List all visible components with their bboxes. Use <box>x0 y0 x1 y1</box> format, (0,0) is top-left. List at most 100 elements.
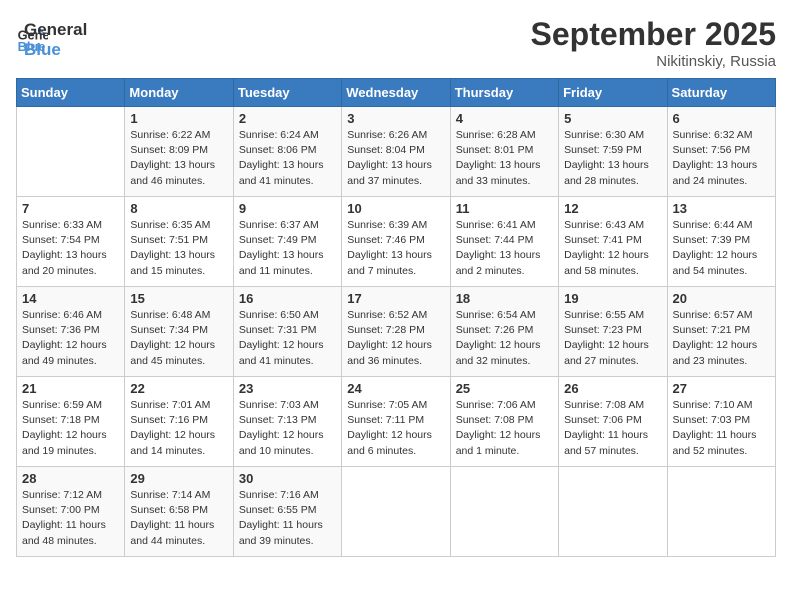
day-info: Sunrise: 6:54 AMSunset: 7:26 PMDaylight:… <box>456 308 553 369</box>
month-title: September 2025 <box>531 16 776 53</box>
day-header-monday: Monday <box>125 79 233 107</box>
logo-text-line1: General <box>24 20 87 40</box>
logo: General Blue General Blue <box>16 16 87 61</box>
day-info: Sunrise: 6:55 AMSunset: 7:23 PMDaylight:… <box>564 308 661 369</box>
day-info: Sunrise: 7:06 AMSunset: 7:08 PMDaylight:… <box>456 398 553 459</box>
day-header-tuesday: Tuesday <box>233 79 341 107</box>
day-info: Sunrise: 6:50 AMSunset: 7:31 PMDaylight:… <box>239 308 336 369</box>
day-info: Sunrise: 6:32 AMSunset: 7:56 PMDaylight:… <box>673 128 770 189</box>
day-cell: 10Sunrise: 6:39 AMSunset: 7:46 PMDayligh… <box>342 197 450 287</box>
day-number: 26 <box>564 381 661 396</box>
day-number: 5 <box>564 111 661 126</box>
day-cell: 6Sunrise: 6:32 AMSunset: 7:56 PMDaylight… <box>667 107 775 197</box>
day-number: 29 <box>130 471 227 486</box>
day-number: 3 <box>347 111 444 126</box>
day-number: 30 <box>239 471 336 486</box>
day-info: Sunrise: 7:01 AMSunset: 7:16 PMDaylight:… <box>130 398 227 459</box>
day-number: 4 <box>456 111 553 126</box>
day-number: 16 <box>239 291 336 306</box>
day-number: 10 <box>347 201 444 216</box>
day-number: 21 <box>22 381 119 396</box>
title-block: September 2025 Nikitinskiy, Russia <box>531 16 776 70</box>
day-number: 1 <box>130 111 227 126</box>
day-number: 2 <box>239 111 336 126</box>
day-cell: 20 Sunrise: 6:57 AMSunset: 7:21 PMDayligh… <box>667 287 775 377</box>
day-number: 7 <box>22 201 119 216</box>
day-info: Sunrise: 7:10 AMSunset: 7:03 PMDaylight:… <box>673 398 770 459</box>
day-cell: 17 Sunrise: 6:52 AMSunset: 7:28 PMDayligh… <box>342 287 450 377</box>
day-cell: 23 Sunrise: 7:03 AMSunset: 7:13 PMDayligh… <box>233 377 341 467</box>
day-cell: 18 Sunrise: 6:54 AMSunset: 7:26 PMDayligh… <box>450 287 558 377</box>
day-cell: 4 Sunrise: 6:28 AMSunset: 8:01 PMDaylight… <box>450 107 558 197</box>
day-cell <box>342 467 450 557</box>
day-number: 17 <box>347 291 444 306</box>
day-cell <box>17 107 125 197</box>
day-cell: 2 Sunrise: 6:24 AMSunset: 8:06 PMDaylight… <box>233 107 341 197</box>
day-info: Sunrise: 6:37 AMSunset: 7:49 PMDaylight:… <box>239 218 336 279</box>
day-header-wednesday: Wednesday <box>342 79 450 107</box>
week-row-1: 1 Sunrise: 6:22 AMSunset: 8:09 PMDaylight… <box>17 107 776 197</box>
day-info: Sunrise: 6:35 AMSunset: 7:51 PMDaylight:… <box>130 218 227 279</box>
day-cell: 26 Sunrise: 7:08 AMSunset: 7:06 PMDayligh… <box>559 377 667 467</box>
day-cell: 3 Sunrise: 6:26 AMSunset: 8:04 PMDaylight… <box>342 107 450 197</box>
day-info: Sunrise: 6:48 AMSunset: 7:34 PMDaylight:… <box>130 308 227 369</box>
day-info: Sunrise: 6:22 AMSunset: 8:09 PMDaylight:… <box>130 128 227 189</box>
day-number: 8 <box>130 201 227 216</box>
day-number: 20 <box>673 291 770 306</box>
day-number: 19 <box>564 291 661 306</box>
day-info: Sunrise: 6:41 AMSunset: 7:44 PMDaylight:… <box>456 218 553 279</box>
day-cell: 11Sunrise: 6:41 AMSunset: 7:44 PMDayligh… <box>450 197 558 287</box>
day-cell: 5 Sunrise: 6:30 AMSunset: 7:59 PMDaylight… <box>559 107 667 197</box>
day-number: 25 <box>456 381 553 396</box>
day-number: 14 <box>22 291 119 306</box>
week-row-5: 28Sunrise: 7:12 AMSunset: 7:00 PMDayligh… <box>17 467 776 557</box>
day-cell: 27 Sunrise: 7:10 AMSunset: 7:03 PMDayligh… <box>667 377 775 467</box>
day-info: Sunrise: 6:52 AMSunset: 7:28 PMDaylight:… <box>347 308 444 369</box>
day-info: Sunrise: 6:57 AMSunset: 7:21 PMDaylight:… <box>673 308 770 369</box>
day-cell: 13Sunrise: 6:44 AMSunset: 7:39 PMDayligh… <box>667 197 775 287</box>
day-cell: 28Sunrise: 7:12 AMSunset: 7:00 PMDayligh… <box>17 467 125 557</box>
day-info: Sunrise: 6:26 AMSunset: 8:04 PMDaylight:… <box>347 128 444 189</box>
day-cell: 8 Sunrise: 6:35 AMSunset: 7:51 PMDaylight… <box>125 197 233 287</box>
day-cell: 1 Sunrise: 6:22 AMSunset: 8:09 PMDaylight… <box>125 107 233 197</box>
day-info: Sunrise: 7:08 AMSunset: 7:06 PMDaylight:… <box>564 398 661 459</box>
week-row-4: 21 Sunrise: 6:59 AMSunset: 7:18 PMDayligh… <box>17 377 776 467</box>
day-number: 23 <box>239 381 336 396</box>
day-cell: 22 Sunrise: 7:01 AMSunset: 7:16 PMDayligh… <box>125 377 233 467</box>
day-cell: 30 Sunrise: 7:16 AMSunset: 6:55 PMDayligh… <box>233 467 341 557</box>
day-cell: 25 Sunrise: 7:06 AMSunset: 7:08 PMDayligh… <box>450 377 558 467</box>
day-number: 9 <box>239 201 336 216</box>
day-info: Sunrise: 6:59 AMSunset: 7:18 PMDaylight:… <box>22 398 119 459</box>
day-number: 18 <box>456 291 553 306</box>
day-info: Sunrise: 6:28 AMSunset: 8:01 PMDaylight:… <box>456 128 553 189</box>
day-cell <box>450 467 558 557</box>
day-info: Sunrise: 6:24 AMSunset: 8:06 PMDaylight:… <box>239 128 336 189</box>
day-number: 28 <box>22 471 119 486</box>
day-cell: 29 Sunrise: 7:14 AMSunset: 6:58 PMDayligh… <box>125 467 233 557</box>
logo-text-line2: Blue <box>24 40 87 60</box>
day-cell: 16 Sunrise: 6:50 AMSunset: 7:31 PMDayligh… <box>233 287 341 377</box>
day-number: 12 <box>564 201 661 216</box>
day-info: Sunrise: 6:43 AMSunset: 7:41 PMDaylight:… <box>564 218 661 279</box>
day-number: 22 <box>130 381 227 396</box>
header-row: SundayMondayTuesdayWednesdayThursdayFrid… <box>17 79 776 107</box>
location: Nikitinskiy, Russia <box>531 53 776 70</box>
week-row-3: 14Sunrise: 6:46 AMSunset: 7:36 PMDayligh… <box>17 287 776 377</box>
calendar-table: SundayMondayTuesdayWednesdayThursdayFrid… <box>16 78 776 557</box>
day-cell: 7Sunrise: 6:33 AMSunset: 7:54 PMDaylight… <box>17 197 125 287</box>
day-cell <box>667 467 775 557</box>
day-number: 24 <box>347 381 444 396</box>
day-cell: 15Sunrise: 6:48 AMSunset: 7:34 PMDayligh… <box>125 287 233 377</box>
day-info: Sunrise: 7:14 AMSunset: 6:58 PMDaylight:… <box>130 488 227 549</box>
day-cell: 21 Sunrise: 6:59 AMSunset: 7:18 PMDayligh… <box>17 377 125 467</box>
day-info: Sunrise: 6:30 AMSunset: 7:59 PMDaylight:… <box>564 128 661 189</box>
week-row-2: 7Sunrise: 6:33 AMSunset: 7:54 PMDaylight… <box>17 197 776 287</box>
day-header-sunday: Sunday <box>17 79 125 107</box>
day-header-friday: Friday <box>559 79 667 107</box>
day-info: Sunrise: 6:44 AMSunset: 7:39 PMDaylight:… <box>673 218 770 279</box>
day-number: 27 <box>673 381 770 396</box>
day-info: Sunrise: 7:16 AMSunset: 6:55 PMDaylight:… <box>239 488 336 549</box>
day-info: Sunrise: 7:05 AMSunset: 7:11 PMDaylight:… <box>347 398 444 459</box>
day-info: Sunrise: 7:03 AMSunset: 7:13 PMDaylight:… <box>239 398 336 459</box>
page-header: General Blue General Blue September 2025… <box>16 16 776 70</box>
